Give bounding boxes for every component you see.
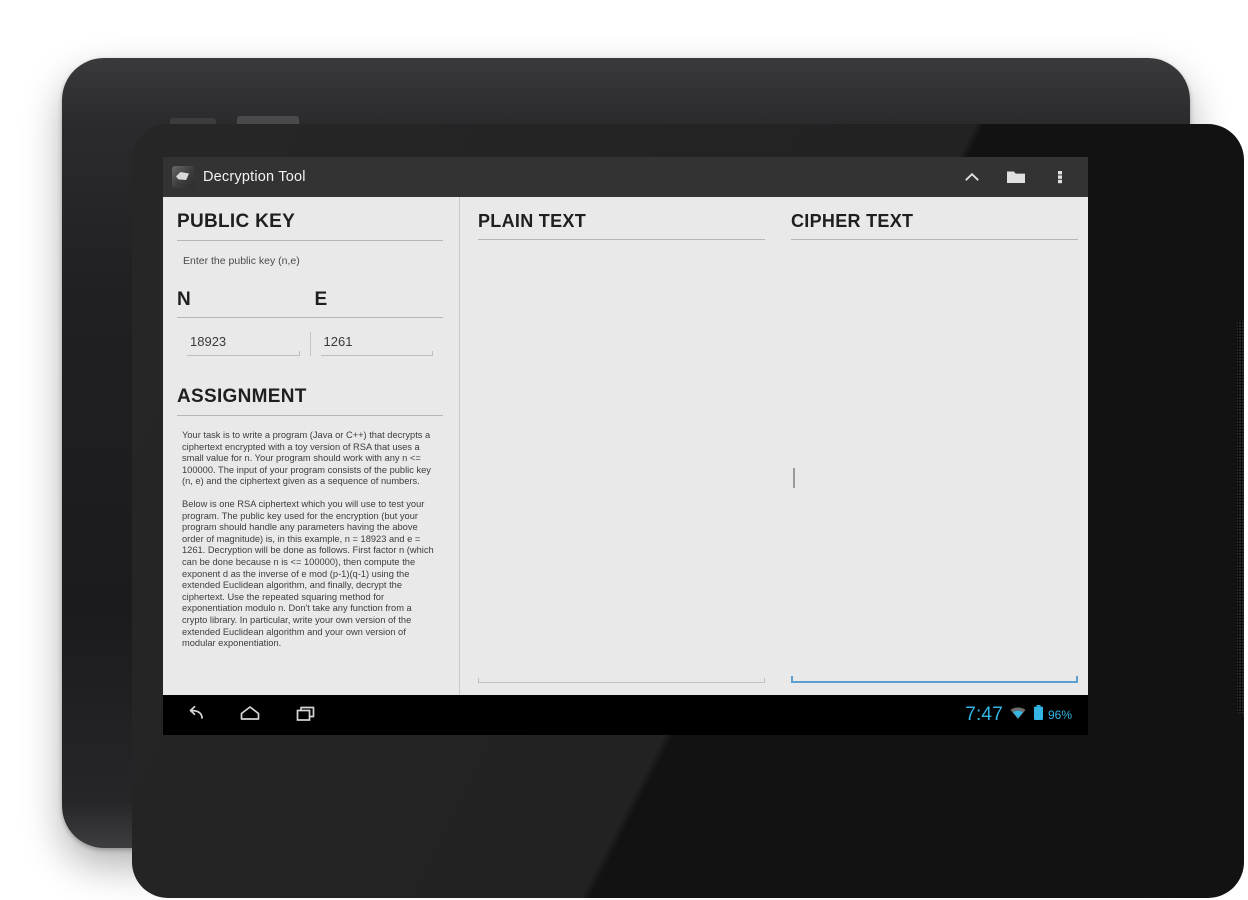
ne-input-row: 18923 1261 [177, 332, 443, 356]
back-icon[interactable] [181, 702, 207, 728]
public-key-hint: Enter the public key (n,e) [183, 255, 300, 267]
overflow-menu-icon[interactable] [1038, 157, 1082, 197]
action-bar: Decryption Tool [163, 157, 1088, 197]
plain-text-heading: PLAIN TEXT [478, 211, 765, 240]
assignment-paragraph: Below is one RSA ciphertext which you wi… [182, 498, 434, 649]
cipher-text-underline [791, 676, 1078, 683]
collapse-chevron-up-icon[interactable] [950, 157, 994, 197]
text-panels: PLAIN TEXT CIPHER TEXT [460, 197, 1088, 695]
folder-icon[interactable] [994, 157, 1038, 197]
app-logo-icon [172, 166, 194, 188]
recents-icon[interactable] [293, 702, 319, 728]
plain-text-column: PLAIN TEXT [478, 211, 765, 695]
cipher-text-column: CIPHER TEXT [791, 211, 1078, 695]
public-key-heading: PUBLIC KEY [177, 211, 443, 241]
home-icon[interactable] [237, 702, 263, 728]
action-bar-title-group: Decryption Tool [172, 166, 950, 188]
app-title: Decryption Tool [203, 169, 306, 185]
system-navigation-bar: 7:47 96% [163, 695, 1088, 735]
public-key-panel: PUBLIC KEY Enter the public key (n,e) N … [163, 197, 460, 695]
screenshot-stage: Decryption Tool PUBLIC KEY Enter the pub… [0, 0, 1248, 900]
plain-text-area[interactable] [478, 240, 765, 682]
n-label: N [177, 289, 191, 310]
n-input[interactable]: 18923 [187, 332, 300, 356]
battery-percent: 96% [1047, 708, 1072, 722]
cipher-text-area[interactable] [791, 240, 1078, 681]
battery-icon [1033, 704, 1044, 727]
ne-label-row: N E [177, 289, 443, 318]
assignment-paragraph: Your task is to write a program (Java or… [182, 430, 431, 487]
e-label: E [314, 289, 328, 310]
e-input[interactable]: 1261 [320, 332, 433, 356]
clock: 7:47 [965, 704, 1003, 725]
app-content: PUBLIC KEY Enter the public key (n,e) N … [163, 197, 1088, 695]
nav-button-group [181, 702, 965, 728]
e-field[interactable]: 1261 [309, 332, 444, 356]
n-field[interactable]: 18923 [177, 332, 310, 356]
plain-text-underline [478, 678, 765, 683]
assignment-text: Your task is to write a program (Java or… [177, 430, 443, 650]
status-area[interactable]: 7:47 96% [965, 704, 1078, 727]
tablet-screen: Decryption Tool PUBLIC KEY Enter the pub… [163, 157, 1088, 735]
text-caret [793, 468, 795, 488]
speaker-grille-right [1237, 320, 1244, 716]
assignment-heading: ASSIGNMENT [177, 386, 443, 416]
cipher-text-heading: CIPHER TEXT [791, 211, 1078, 240]
wifi-icon [1009, 705, 1027, 726]
